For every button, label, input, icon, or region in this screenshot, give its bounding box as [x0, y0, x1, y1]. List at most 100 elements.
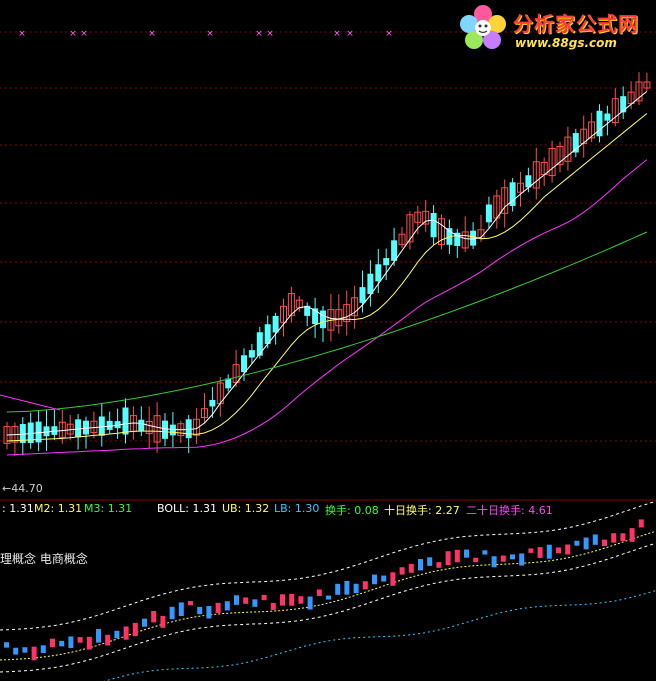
candle-body-down — [367, 274, 373, 294]
boll-candle — [492, 556, 497, 567]
event-marker: × — [18, 29, 26, 39]
boll-candle — [280, 594, 285, 605]
boll-candle — [510, 554, 515, 559]
boll-candle — [427, 557, 432, 566]
boll-candle — [473, 558, 478, 562]
boll-candle — [519, 553, 524, 565]
boll-candle — [96, 629, 101, 643]
boll-candle — [455, 550, 460, 562]
turnover10-value: 十日换手: 2.27 — [384, 502, 460, 518]
candle-body-down — [99, 416, 105, 435]
candle-body-down — [138, 420, 144, 432]
candle-body-down — [107, 421, 113, 430]
candle-body-down — [391, 240, 397, 260]
boll-candle — [243, 597, 248, 603]
event-marker: × — [148, 29, 156, 39]
low-price-marker: ←44.70 — [2, 482, 43, 495]
boll-candle — [390, 572, 395, 585]
boll-candle — [206, 606, 211, 618]
boll-candle — [317, 590, 322, 596]
candle-body-down — [44, 426, 50, 436]
boll-candle — [50, 639, 55, 648]
candle-body-down — [241, 355, 247, 372]
boll-candle — [78, 637, 83, 643]
boll-candle — [59, 641, 64, 647]
boll-candle — [13, 648, 18, 655]
candle-body-down — [51, 426, 57, 435]
candle-body-down — [83, 421, 89, 435]
boll-candle — [602, 540, 607, 546]
boll-value: BOLL: 1.31 — [157, 502, 217, 515]
boll-candle — [354, 584, 359, 594]
price-grid — [0, 32, 656, 441]
boll-candle — [170, 607, 175, 619]
boll-candle — [418, 559, 423, 570]
boll-candle — [363, 581, 368, 589]
ma20-tail-line — [0, 395, 60, 410]
boll-candle — [547, 545, 552, 559]
concept-label: 理概念 电商概念 — [0, 550, 88, 567]
moving-average-lines — [0, 91, 647, 455]
event-marker: × — [333, 29, 341, 39]
bollinger-panel — [0, 501, 656, 681]
event-marker: × — [69, 29, 77, 39]
price-candles — [4, 72, 650, 456]
watermark-logo: 分析家公式网 www.88gs.com — [455, 2, 655, 54]
boll-candle — [68, 636, 73, 648]
m1-value: : 1.31 — [2, 502, 34, 515]
boll-candle — [133, 623, 138, 636]
boll-candle — [252, 599, 257, 606]
turnover-value: 换手: 0.08 — [325, 502, 379, 518]
boll-candle — [630, 528, 635, 542]
boll-candle — [528, 548, 533, 552]
event-marker: × — [206, 29, 214, 39]
boll-candle — [335, 584, 340, 595]
candle-body-down — [249, 350, 255, 357]
candle-body-down — [486, 204, 492, 222]
boll-upper — [0, 501, 656, 630]
boll-candle — [160, 616, 165, 628]
boll-candle — [22, 647, 27, 652]
boll-candle — [611, 533, 616, 542]
boll-candle — [225, 601, 230, 610]
boll-candle — [584, 538, 589, 550]
boll-candle — [271, 603, 276, 610]
boll-candle — [372, 575, 377, 585]
candle-body-down — [123, 408, 129, 435]
candle-body-down — [209, 400, 215, 407]
candle-body-down — [620, 96, 626, 112]
boll-candle — [482, 550, 487, 554]
boll-candle — [436, 562, 441, 568]
boll-candle — [446, 551, 451, 565]
lb-value: LB: 1.30 — [274, 502, 319, 515]
boll-candle — [501, 556, 506, 562]
event-marker: × — [255, 29, 263, 39]
m2-value: M2: 1.31 — [34, 502, 82, 515]
boll-candle — [538, 547, 543, 558]
candle-body-down — [604, 114, 610, 121]
boll-candle — [556, 547, 561, 553]
ma5-line — [7, 91, 647, 435]
candle-body-down — [383, 258, 389, 265]
boll-candle — [197, 607, 202, 614]
boll-candle — [344, 581, 349, 595]
boll-candle — [400, 567, 405, 574]
boll-candle — [639, 519, 644, 527]
boll-candle — [409, 564, 414, 573]
boll-candle — [124, 627, 129, 640]
candle-body-down — [162, 421, 168, 439]
boll-candle — [262, 595, 267, 600]
boll-lower — [0, 543, 656, 672]
stock-chart-canvas: × × × × × × × × × × — [0, 0, 656, 681]
flower-icon — [455, 2, 511, 54]
boll-candle — [41, 645, 46, 653]
ma20-line — [7, 160, 647, 455]
boll-candle — [151, 611, 156, 622]
boll-candle — [32, 647, 37, 661]
boll-candle — [4, 642, 9, 647]
boll-candle — [105, 635, 110, 646]
candle-body-down — [597, 111, 603, 137]
boll-candle — [142, 619, 147, 627]
boll-candle — [188, 601, 193, 605]
candle-body-down — [186, 419, 192, 438]
